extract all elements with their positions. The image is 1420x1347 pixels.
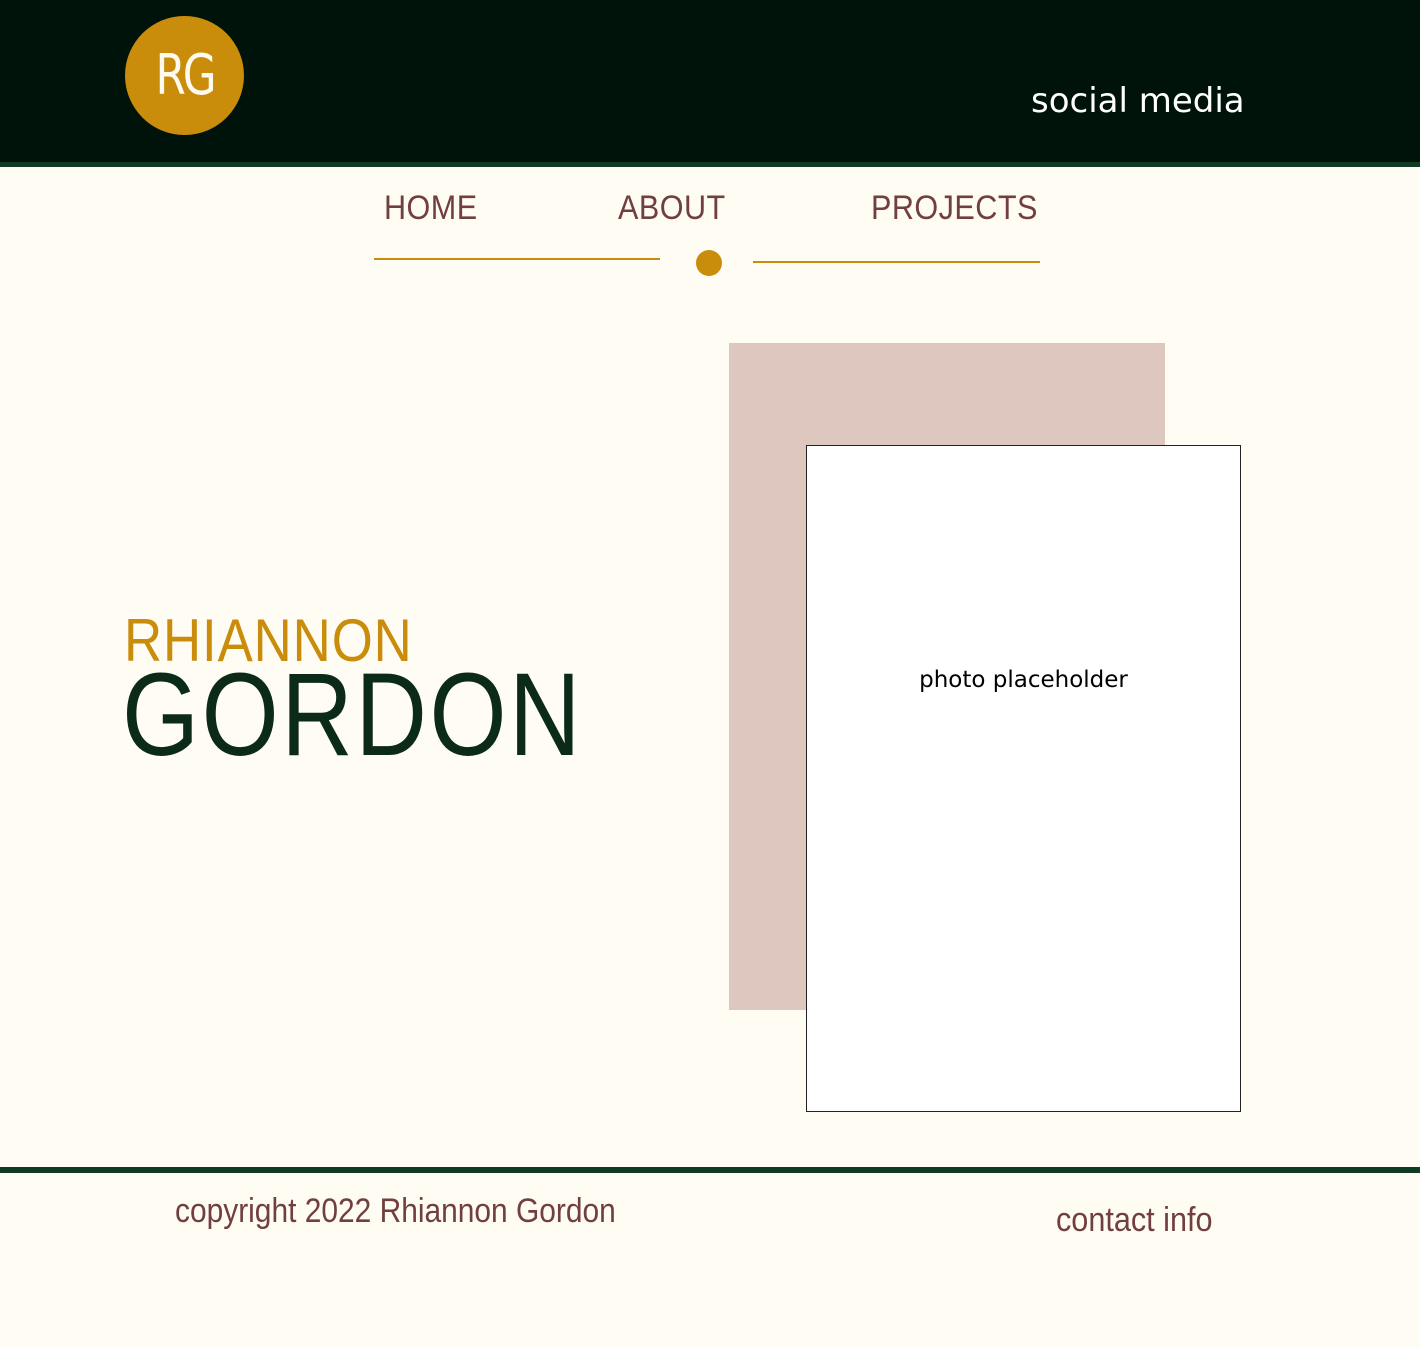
nav-about-link[interactable]: ABOUT [618, 186, 726, 230]
nav-active-indicator [696, 250, 722, 276]
contact-info-link[interactable]: contact info [1056, 1199, 1213, 1241]
photo-placeholder-label: photo placeholder [919, 667, 1128, 693]
nav-divider-right [753, 261, 1040, 263]
nav-projects-link[interactable]: PROJECTS [871, 186, 1038, 230]
photo-placeholder: photo placeholder [806, 445, 1241, 1112]
site-header: RG social media [0, 0, 1420, 167]
logo[interactable]: RG [125, 16, 244, 135]
footer-divider [0, 1167, 1420, 1173]
logo-monogram: RG [155, 43, 217, 108]
nav-home-link[interactable]: HOME [384, 186, 478, 230]
copyright-text: copyright 2022 Rhiannon Gordon [175, 1192, 616, 1230]
social-media-link[interactable]: social media [1031, 80, 1245, 122]
nav-divider-left [374, 258, 660, 260]
hero-last-name: GORDON [122, 649, 584, 781]
